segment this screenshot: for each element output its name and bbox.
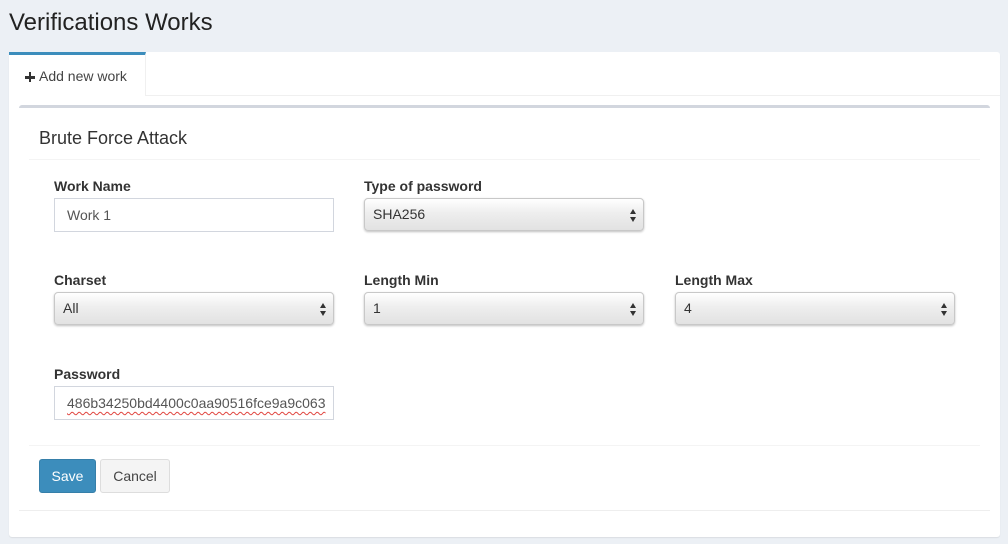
select-arrows-icon [941, 303, 948, 316]
type-of-password-value: SHA256 [373, 206, 426, 222]
length-min-label: Length Min [364, 272, 439, 288]
password-label: Password [54, 366, 121, 382]
work-name-label: Work Name [54, 178, 131, 194]
plus-icon [25, 72, 35, 82]
cancel-button[interactable]: Cancel [100, 459, 170, 493]
type-of-password-select[interactable]: SHA256 [364, 198, 644, 231]
form-footer: Save Cancel [29, 445, 980, 506]
type-of-password-label: Type of password [364, 178, 482, 194]
charset-value: All [63, 300, 79, 316]
select-arrows-icon [630, 209, 637, 222]
form-header: Brute Force Attack [29, 108, 980, 160]
tab-add-new-work[interactable]: Add new work [9, 52, 146, 96]
save-button[interactable]: Save [39, 459, 96, 493]
select-arrows-icon [320, 303, 327, 316]
length-min-select[interactable]: 1 [364, 292, 644, 325]
tab-bar: Add new work [9, 52, 1000, 96]
work-name-input[interactable]: Work 1 [54, 198, 334, 232]
page-title: Verifications Works [9, 9, 213, 36]
length-max-value: 4 [684, 300, 692, 316]
length-min-value: 1 [373, 300, 381, 316]
length-max-label: Length Max [675, 272, 753, 288]
tab-label: Add new work [39, 68, 127, 84]
length-max-select[interactable]: 4 [675, 292, 955, 325]
charset-label: Charset [54, 272, 107, 288]
charset-select[interactable]: All [54, 292, 334, 325]
form-title: Brute Force Attack [39, 128, 188, 148]
brute-force-form: Brute Force Attack Work Name Work 1 Type… [19, 105, 990, 511]
tab-panel: Add new work Brute Force Attack Work Nam… [9, 52, 1000, 537]
password-input[interactable]: 486b34250bd4400c0aa90516fce9a9c063 [54, 386, 334, 420]
select-arrows-icon [630, 303, 637, 316]
